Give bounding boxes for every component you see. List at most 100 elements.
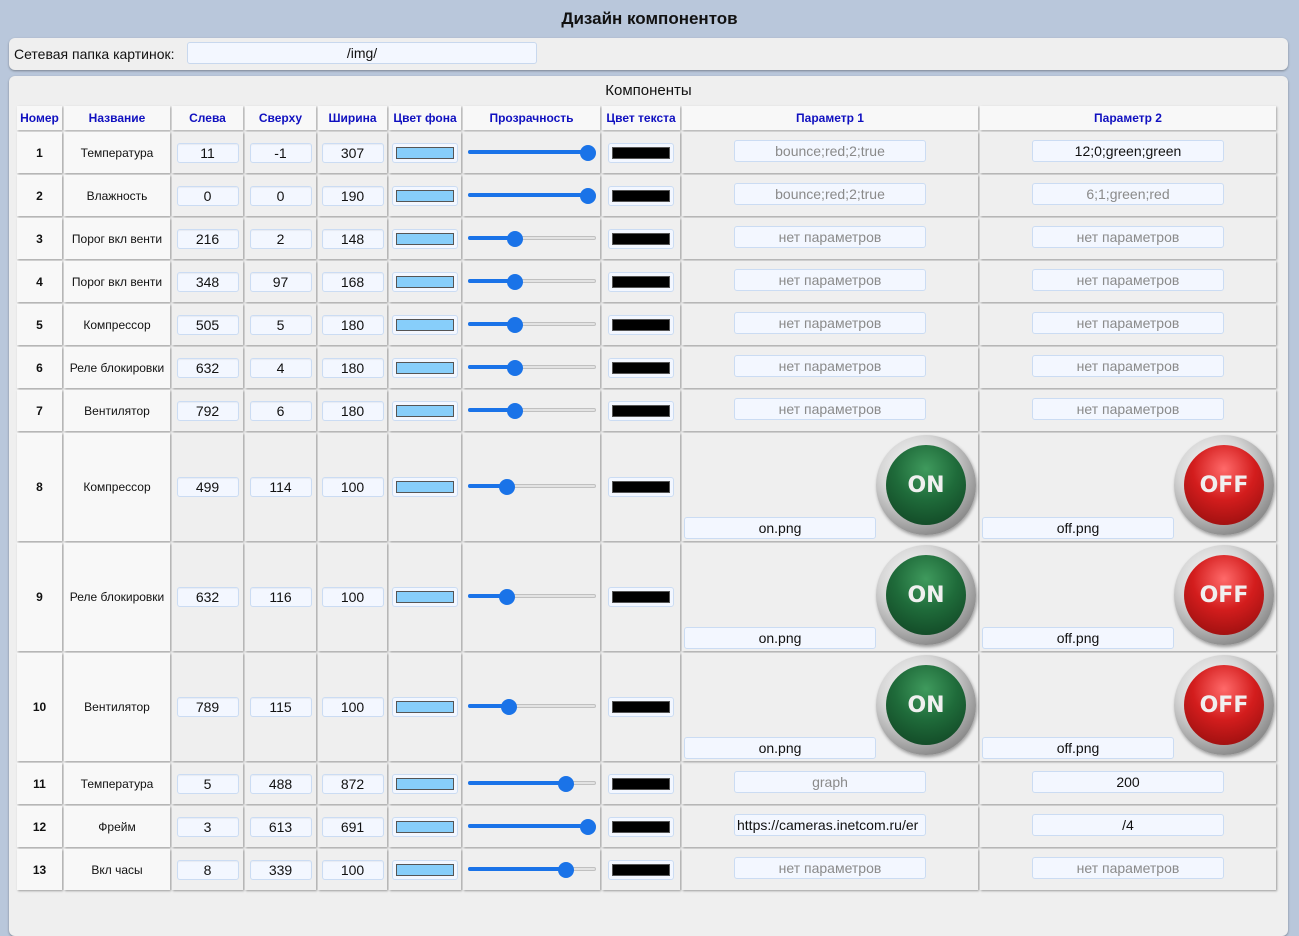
opacity-slider[interactable]	[467, 479, 596, 495]
bg-color-picker[interactable]	[392, 587, 458, 607]
slider-thumb[interactable]	[506, 316, 523, 333]
left-input[interactable]: 0	[176, 185, 239, 206]
width-input[interactable]: 100	[321, 859, 384, 880]
top-input[interactable]: 97	[249, 271, 312, 292]
top-input[interactable]: 488	[249, 773, 312, 794]
param-2-input[interactable]: нет параметров	[1032, 312, 1224, 334]
param-2-input[interactable]: нет параметров	[1032, 857, 1224, 879]
width-input[interactable]: 180	[321, 357, 384, 378]
text-color-picker[interactable]	[608, 859, 674, 880]
left-input[interactable]: 3	[176, 816, 239, 837]
param-1-input[interactable]: on.png	[684, 627, 876, 649]
text-color-picker[interactable]	[608, 697, 674, 717]
slider-thumb[interactable]	[579, 144, 596, 161]
left-input[interactable]: 789	[176, 697, 239, 717]
opacity-slider[interactable]	[467, 861, 596, 878]
text-color-picker[interactable]	[608, 271, 674, 292]
bg-color-picker[interactable]	[392, 228, 458, 249]
bg-color-picker[interactable]	[392, 697, 458, 717]
opacity-slider[interactable]	[467, 316, 596, 333]
opacity-slider[interactable]	[467, 402, 596, 419]
bg-color-picker[interactable]	[392, 859, 458, 880]
param-2-input[interactable]: нет параметров	[1032, 398, 1224, 420]
opacity-slider[interactable]	[467, 230, 596, 247]
bg-color-picker[interactable]	[392, 773, 458, 794]
width-input[interactable]: 190	[321, 185, 384, 206]
param-2-input[interactable]: off.png	[982, 627, 1174, 649]
param-2-input[interactable]: 6;1;green;red	[1032, 183, 1224, 205]
width-input[interactable]: 100	[321, 477, 384, 497]
text-color-picker[interactable]	[608, 314, 674, 335]
top-input[interactable]: 613	[249, 816, 312, 837]
left-input[interactable]: 632	[176, 587, 239, 607]
slider-thumb[interactable]	[579, 818, 596, 835]
param-1-input[interactable]: https://cameras.inetcom.ru/er	[734, 814, 926, 836]
param-1-input[interactable]: on.png	[684, 517, 876, 539]
slider-thumb[interactable]	[501, 699, 518, 715]
top-input[interactable]: 2	[249, 228, 312, 249]
image-folder-input[interactable]: /img/	[187, 42, 537, 64]
bg-color-picker[interactable]	[392, 185, 458, 206]
param-2-input[interactable]: off.png	[982, 737, 1174, 759]
opacity-slider[interactable]	[467, 359, 596, 376]
top-input[interactable]: 115	[249, 697, 312, 717]
width-input[interactable]: 100	[321, 697, 384, 717]
opacity-slider[interactable]	[467, 775, 596, 792]
top-input[interactable]: 339	[249, 859, 312, 880]
slider-thumb[interactable]	[558, 861, 575, 878]
bg-color-picker[interactable]	[392, 357, 458, 378]
param-2-input[interactable]: 200	[1032, 771, 1224, 793]
bg-color-picker[interactable]	[392, 271, 458, 292]
slider-thumb[interactable]	[506, 230, 523, 247]
bg-color-picker[interactable]	[392, 142, 458, 163]
text-color-picker[interactable]	[608, 477, 674, 497]
text-color-picker[interactable]	[608, 142, 674, 163]
width-input[interactable]: 180	[321, 314, 384, 335]
width-input[interactable]: 180	[321, 400, 384, 421]
param-1-input[interactable]: bounce;red;2;true	[734, 140, 926, 162]
param-1-input[interactable]: bounce;red;2;true	[734, 183, 926, 205]
slider-thumb[interactable]	[506, 273, 523, 290]
width-input[interactable]: 100	[321, 587, 384, 607]
slider-thumb[interactable]	[506, 402, 523, 419]
param-2-input[interactable]: нет параметров	[1032, 269, 1224, 291]
left-input[interactable]: 792	[176, 400, 239, 421]
left-input[interactable]: 11	[176, 142, 239, 163]
opacity-slider[interactable]	[467, 818, 596, 835]
param-1-input[interactable]: on.png	[684, 737, 876, 759]
param-1-input[interactable]: нет параметров	[734, 398, 926, 420]
left-input[interactable]: 8	[176, 859, 239, 880]
text-color-picker[interactable]	[608, 357, 674, 378]
param-1-input[interactable]: graph	[734, 771, 926, 793]
opacity-slider[interactable]	[467, 699, 596, 715]
text-color-picker[interactable]	[608, 587, 674, 607]
bg-color-picker[interactable]	[392, 314, 458, 335]
left-input[interactable]: 5	[176, 773, 239, 794]
opacity-slider[interactable]	[467, 273, 596, 290]
slider-thumb[interactable]	[579, 187, 596, 204]
param-2-input[interactable]: нет параметров	[1032, 226, 1224, 248]
param-1-input[interactable]: нет параметров	[734, 312, 926, 334]
bg-color-picker[interactable]	[392, 816, 458, 837]
left-input[interactable]: 216	[176, 228, 239, 249]
slider-thumb[interactable]	[498, 479, 515, 495]
param-1-input[interactable]: нет параметров	[734, 857, 926, 879]
slider-thumb[interactable]	[506, 359, 523, 376]
param-1-input[interactable]: нет параметров	[734, 226, 926, 248]
param-2-input[interactable]: 12;0;green;green	[1032, 140, 1224, 162]
opacity-slider[interactable]	[467, 589, 596, 605]
top-input[interactable]: 0	[249, 185, 312, 206]
width-input[interactable]: 148	[321, 228, 384, 249]
opacity-slider[interactable]	[467, 144, 596, 161]
top-input[interactable]: 116	[249, 587, 312, 607]
text-color-picker[interactable]	[608, 185, 674, 206]
param-1-input[interactable]: нет параметров	[734, 355, 926, 377]
top-input[interactable]: -1	[249, 142, 312, 163]
text-color-picker[interactable]	[608, 816, 674, 837]
left-input[interactable]: 505	[176, 314, 239, 335]
slider-thumb[interactable]	[558, 775, 575, 792]
top-input[interactable]: 114	[249, 477, 312, 497]
top-input[interactable]: 5	[249, 314, 312, 335]
top-input[interactable]: 6	[249, 400, 312, 421]
param-2-input[interactable]: off.png	[982, 517, 1174, 539]
